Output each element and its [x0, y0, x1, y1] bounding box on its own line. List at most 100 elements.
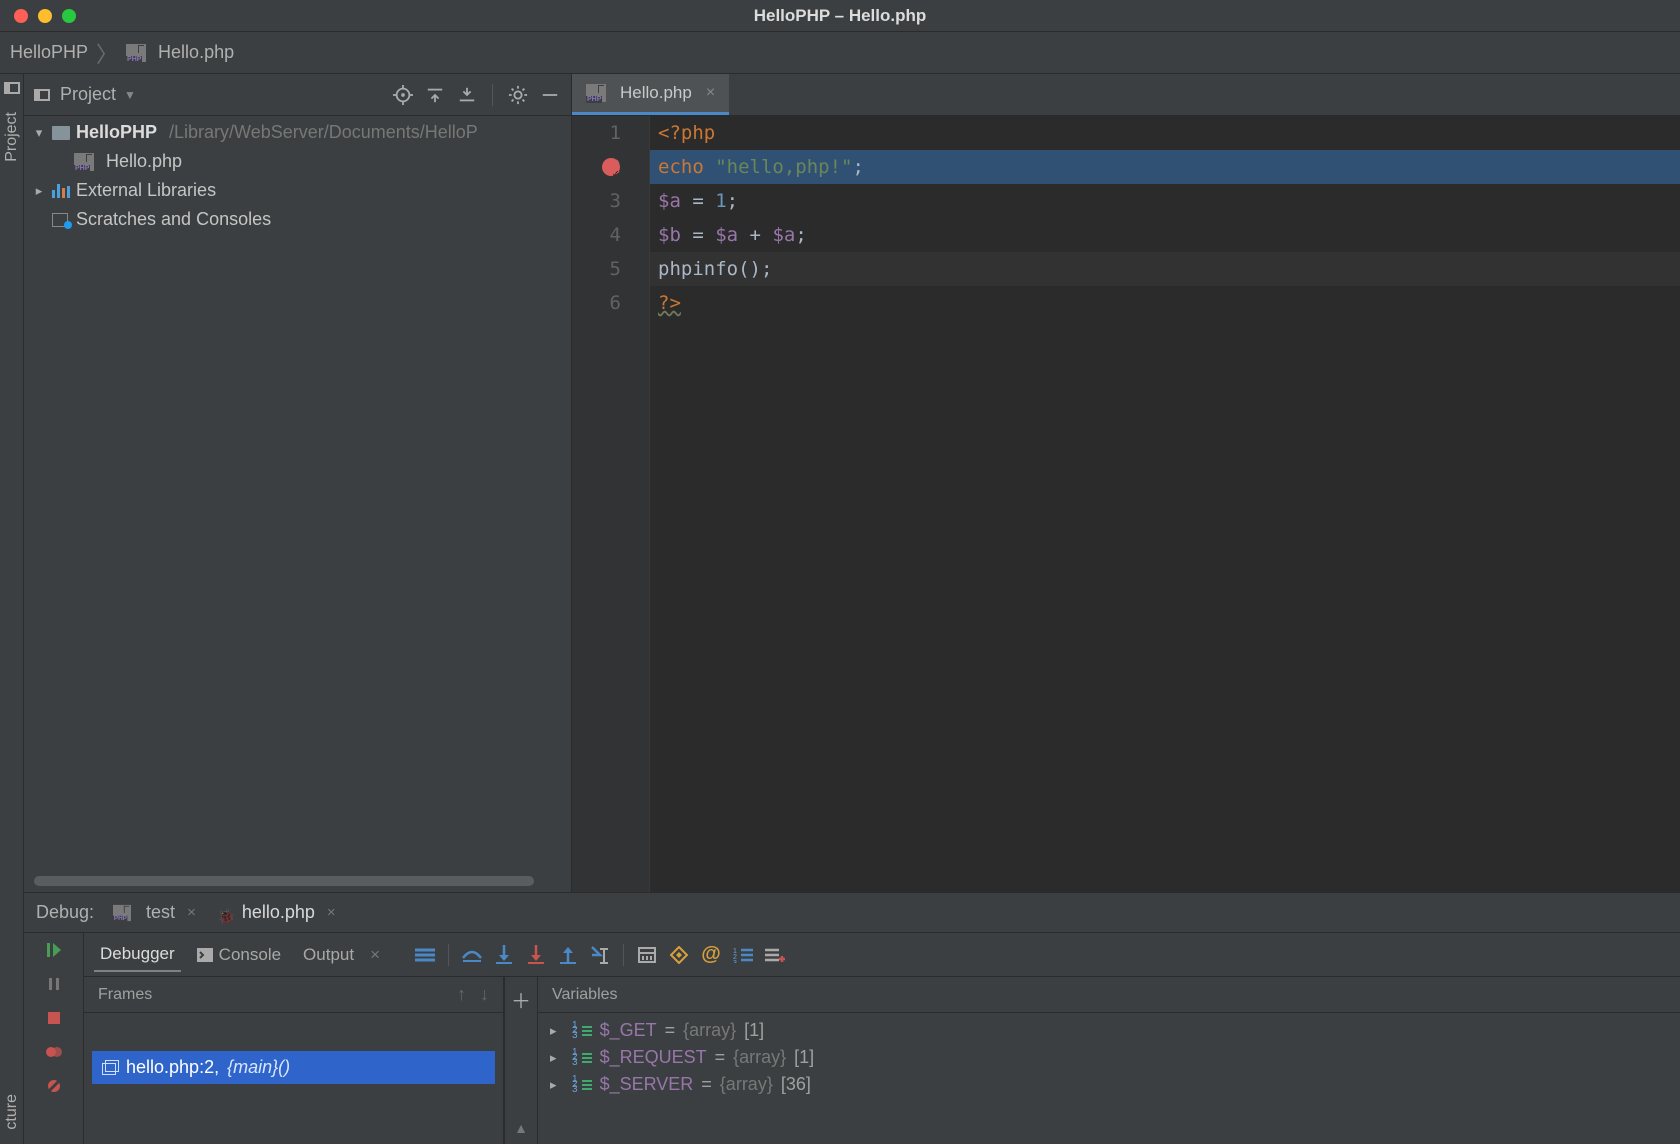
chevron-down-icon: ▼	[124, 88, 136, 102]
code-line[interactable]: phpinfo();	[650, 252, 1680, 286]
breadcrumb-file[interactable]: Hello.php	[158, 42, 234, 63]
debug-config-test[interactable]: test ×	[108, 902, 200, 923]
editor-tab-hello[interactable]: Hello.php ×	[572, 74, 729, 115]
debug-title: Debug:	[36, 902, 94, 923]
at-icon[interactable]: @	[700, 944, 722, 966]
minimize-window-button[interactable]	[38, 9, 52, 23]
console-tab-label: Console	[219, 945, 281, 965]
collapse-up-icon[interactable]: ▲	[514, 1120, 528, 1136]
window-title: HelloPHP – Hello.php	[754, 6, 927, 26]
frames-vars-splitter[interactable]: ＋ ▲	[504, 977, 538, 1144]
tree-ext-libs-label: External Libraries	[76, 180, 216, 201]
code-line[interactable]: ?>	[650, 286, 1680, 320]
breakpoint-icon[interactable]	[602, 158, 620, 176]
add-icon[interactable]: ＋	[511, 985, 531, 1014]
scratches-icon	[52, 213, 70, 227]
frame-prev-icon[interactable]: ↑	[457, 984, 466, 1005]
variable-row[interactable]: ▸123$_SERVER = {array} [36]	[538, 1071, 1680, 1098]
code-line[interactable]: $b = $a + $a;	[650, 218, 1680, 252]
tree-scratches-row[interactable]: Scratches and Consoles	[24, 205, 571, 234]
step-over-icon[interactable]	[461, 944, 483, 966]
gutter-line-number[interactable]: 6	[572, 286, 621, 320]
force-step-into-icon[interactable]	[525, 944, 547, 966]
toolbar-separator	[448, 944, 449, 966]
variables-list: ▸ 123 $_GET = {array} [1] ▸123$_REQUEST = {…	[538, 1013, 1680, 1144]
left-tool-strip: Project cture	[0, 74, 24, 1144]
debugger-tab[interactable]: Debugger	[94, 938, 181, 972]
evaluate-expression-icon[interactable]	[636, 944, 658, 966]
chevron-right-icon: ▸	[550, 1050, 564, 1066]
editor-tabs: Hello.php ×	[572, 74, 1680, 116]
run-to-cursor-icon[interactable]	[589, 944, 611, 966]
chevron-right-icon: ▸	[32, 183, 46, 199]
variable-type: {array}	[720, 1074, 773, 1095]
locate-icon[interactable]	[392, 84, 414, 106]
gear-icon[interactable]	[507, 84, 529, 106]
project-tool-tab[interactable]: Project	[1, 102, 23, 172]
mute-breakpoints-button[interactable]	[43, 1075, 65, 1097]
debug-toolbar: Debugger Console Output ×	[84, 933, 1680, 977]
pause-button[interactable]	[43, 973, 65, 995]
debug-config-label: hello.php	[242, 902, 315, 923]
gutter-line-number[interactable]: 5	[572, 252, 621, 286]
resume-button[interactable]	[43, 939, 65, 961]
gutter-line-number[interactable]: 1	[572, 116, 621, 150]
view-breakpoints-button[interactable]	[43, 1041, 65, 1063]
variable-count: [1]	[744, 1020, 764, 1041]
frames-panel: Frames ↑ ↓ hello.php:2, {main}()	[84, 977, 504, 1144]
project-panel-title[interactable]: Project ▼	[60, 84, 136, 105]
project-h-scrollbar[interactable]	[34, 876, 561, 886]
stack-frame-icon	[102, 1061, 118, 1075]
structure-tool-tab[interactable]: cture	[1, 1084, 23, 1140]
expand-all-icon[interactable]	[424, 84, 446, 106]
close-output-icon[interactable]: ×	[370, 945, 380, 965]
code-line[interactable]: echo "hello,php!";	[650, 150, 1680, 184]
sort-vars-icon[interactable]: 123	[732, 944, 754, 966]
minimize-panel-icon[interactable]	[539, 84, 561, 106]
close-icon[interactable]: ×	[187, 904, 196, 921]
tree-root-path: /Library/WebServer/Documents/HelloP	[169, 122, 478, 143]
project-tool-icon[interactable]	[4, 80, 20, 96]
trace-icon[interactable]	[668, 944, 690, 966]
frames-header-label: Frames	[98, 986, 152, 1004]
editor-code[interactable]: <?phpecho "hello,php!";$a = 1;$b = $a + …	[650, 116, 1680, 892]
variable-name: $_GET	[600, 1020, 657, 1041]
tree-root-row[interactable]: ▾ HelloPHP /Library/WebServer/Documents/…	[24, 118, 571, 147]
stack-frame-file: hello.php:2,	[126, 1057, 219, 1078]
array-type-icon: 123	[572, 1023, 592, 1038]
editor-body[interactable]: 123456 <?phpecho "hello,php!";$a = 1;$b …	[572, 116, 1680, 892]
frames-header: Frames ↑ ↓	[84, 977, 503, 1013]
frame-next-icon[interactable]: ↓	[480, 984, 489, 1005]
stack-frame-row[interactable]: hello.php:2, {main}()	[92, 1051, 495, 1084]
close-tab-icon[interactable]: ×	[706, 84, 715, 102]
variable-equals: =	[665, 1020, 676, 1041]
breadcrumb-sep: 〉	[96, 37, 118, 69]
editor-gutter[interactable]: 123456	[572, 116, 650, 892]
step-out-icon[interactable]	[557, 944, 579, 966]
variable-row[interactable]: ▸123$_REQUEST = {array} [1]	[538, 1044, 1680, 1071]
output-tab[interactable]: Output	[297, 939, 360, 971]
variable-row[interactable]: ▸123$_GET = {array} [1]	[538, 1017, 1680, 1044]
chevron-right-icon: ▸	[550, 1023, 564, 1039]
show-execution-point-icon[interactable]	[414, 944, 436, 966]
close-window-button[interactable]	[14, 9, 28, 23]
variables-header: Variables	[538, 977, 1680, 1013]
stop-button[interactable]	[43, 1007, 65, 1029]
console-tab[interactable]: Console	[191, 939, 287, 971]
add-watch-icon[interactable]	[764, 944, 786, 966]
code-line[interactable]: $a = 1;	[650, 184, 1680, 218]
variable-name: $_REQUEST	[600, 1047, 707, 1068]
gutter-line-number[interactable]: 4	[572, 218, 621, 252]
tree-file-row[interactable]: Hello.php	[24, 147, 571, 176]
library-icon	[52, 184, 70, 198]
close-icon[interactable]: ×	[327, 904, 336, 921]
collapse-all-icon[interactable]	[456, 84, 478, 106]
debug-config-hello[interactable]: hello.php ×	[214, 902, 340, 923]
breadcrumb-project[interactable]: HelloPHP	[10, 42, 88, 63]
editor-tab-label: Hello.php	[620, 83, 692, 103]
project-panel: Project ▼	[24, 74, 572, 892]
tree-ext-libs-row[interactable]: ▸ External Libraries	[24, 176, 571, 205]
step-into-icon[interactable]	[493, 944, 515, 966]
maximize-window-button[interactable]	[62, 9, 76, 23]
code-line[interactable]: <?php	[650, 116, 1680, 150]
